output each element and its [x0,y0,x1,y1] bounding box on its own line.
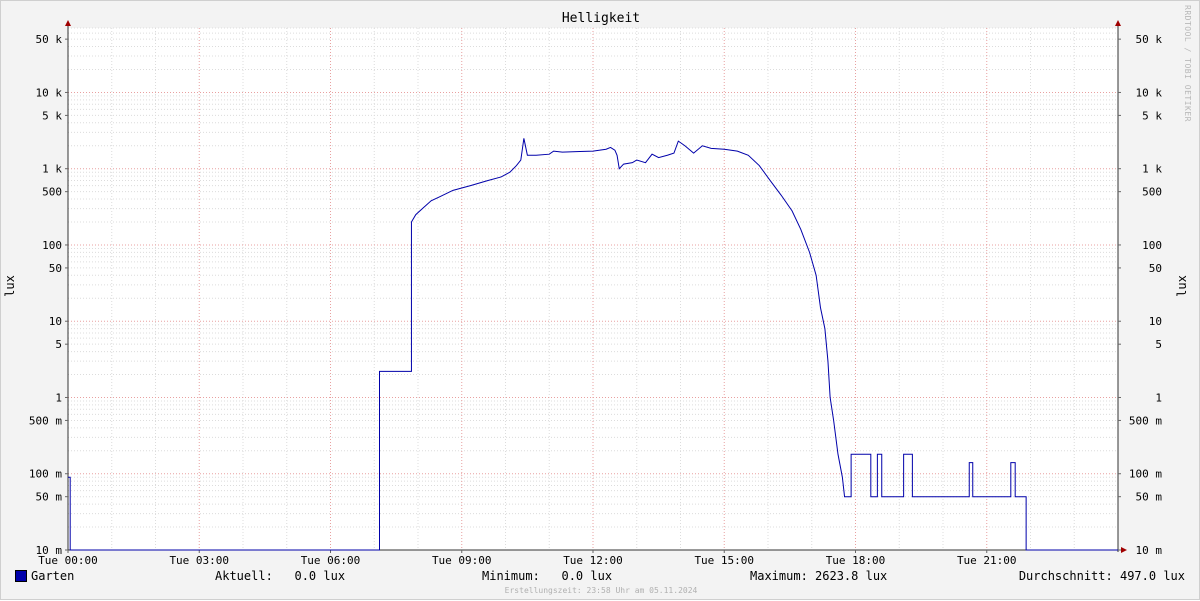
y-tick-label-right: 50 m [1136,491,1163,504]
legend-swatch-garten [15,570,27,582]
chart-plot: 50 k 10 k 5 k 1 k 500 100 50 10 5 1 500 m 100 m 50 m… [29,20,1162,567]
y-tick-label: 10 [49,315,62,328]
y-tick-label-right: 1 k [1142,163,1162,176]
y-tick-label-right: 1 [1155,391,1162,404]
legend: Garten Aktuell: 0.0 lux Minimum: 0.0 lux… [15,569,1187,585]
y-tick-label-right: 50 [1149,262,1162,275]
stat-minimum-label: Minimum: [482,569,540,583]
graph-frame: Helligkeit RRDTOOL / TOBI OETIKER lux lu… [0,0,1200,600]
stat-minimum-value: 0.0 lux [561,569,613,583]
x-tick-label: Tue 09:00 [432,554,492,567]
y-tick-label: 50 m [36,491,63,504]
stat-average-label: Durchschnitt: [1018,569,1113,583]
x-tick-label: Tue 18:00 [826,554,886,567]
y-tick-label-right: 500 m [1129,414,1162,427]
y-tick-label-right: 10 k [1136,86,1163,99]
y-tick-label-right: 100 [1142,239,1162,252]
stat-maximum-label: Maximum: [750,569,808,583]
y-tick-label-right: 5 k [1142,109,1162,122]
y-ticks-right: 50 k 10 k 5 k 1 k 500 100 50 10 5 1 500 m 100 m 50 m… [1118,33,1162,557]
stat-maximum-value: 2623.8 lux [815,569,888,583]
y-tick-label: 10 k [36,86,63,99]
x-tick-label: Tue 06:00 [301,554,361,567]
y-tick-label-right: 50 k [1136,33,1163,46]
y-tick-label: 50 [49,262,62,275]
y-axis-arrow-right [1115,20,1121,26]
y-tick-label: 100 [42,239,62,252]
y-axis-arrow-left [65,20,71,26]
y-tick-label-right: 500 [1142,186,1162,199]
x-tick-label: Tue 15:00 [694,554,754,567]
y-tick-label: 500 m [29,414,62,427]
y-tick-label-right: 10 m [1136,544,1163,557]
x-ticks: Tue 00:00 Tue 03:00 Tue 06:00 Tue 09:00 Tue … [38,550,1017,567]
x-tick-label: Tue 12:00 [563,554,623,567]
y-tick-label: 5 [55,338,62,351]
y-tick-label: 1 [55,391,62,404]
x-tick-label: Tue 03:00 [169,554,229,567]
x-axis-arrow [1121,547,1127,553]
y-tick-label-right: 10 [1149,315,1162,328]
y-tick-label: 500 [42,186,62,199]
y-tick-label: 50 k [36,33,63,46]
stat-current: Aktuell: 0.0 lux [215,569,345,583]
legend-series-name: Garten [31,569,75,583]
y-tick-label: 1 k [42,163,62,176]
y-tick-label-right: 5 [1155,338,1162,351]
y-tick-label: 100 m [29,468,62,481]
stat-average: Durchschnitt: 497.0 lux [1019,569,1185,583]
footer-timestamp: Erstellungszeit: 23:58 Uhr am 05.11.2024 [504,586,698,595]
stat-average-value: 497.0 lux [1119,569,1185,583]
y-tick-label-right: 100 m [1129,468,1162,481]
stat-current-value: 0.0 lux [294,569,346,583]
x-tick-label: Tue 21:00 [957,554,1017,567]
stat-current-label: Aktuell: [215,569,273,583]
x-tick-label: Tue 00:00 [38,554,98,567]
stat-minimum: Minimum: 0.0 lux [482,569,612,583]
y-tick-label: 5 k [42,109,62,122]
y-ticks-left: 50 k 10 k 5 k 1 k 500 100 50 10 5 1 500 m 100 m 50 m… [29,33,68,557]
stat-maximum: Maximum: 2623.8 lux [750,569,887,583]
